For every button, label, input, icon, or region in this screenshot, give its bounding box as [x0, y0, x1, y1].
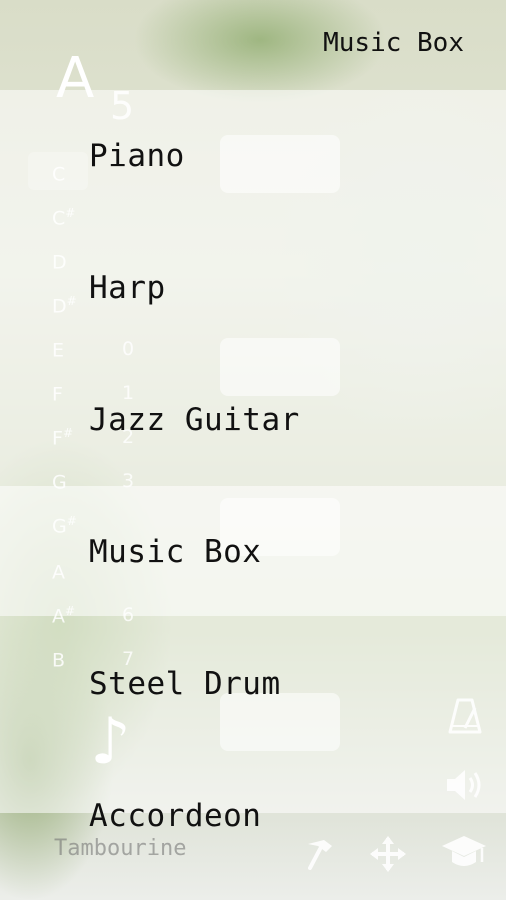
note-a[interactable]: A: [52, 560, 82, 583]
octave-3[interactable]: 3: [122, 470, 134, 492]
metronome-icon[interactable]: [446, 696, 484, 736]
note-f-sharp[interactable]: F#: [52, 426, 82, 449]
note-d[interactable]: D: [52, 250, 82, 273]
hammer-icon[interactable]: [302, 836, 338, 872]
instrument-item-accordeon[interactable]: Accordeon: [89, 798, 261, 834]
octave-0[interactable]: 0: [122, 338, 134, 360]
note-g[interactable]: G: [52, 470, 82, 493]
instrument-item-music-box[interactable]: Music Box: [89, 534, 261, 570]
note-a-sharp[interactable]: A#: [52, 604, 82, 627]
note-e[interactable]: E: [52, 338, 82, 361]
instrument-item-jazz-guitar[interactable]: Jazz Guitar: [89, 402, 300, 438]
instrument-list-panel: [0, 90, 506, 813]
octave-6[interactable]: 6: [122, 604, 134, 626]
instrument-item-piano[interactable]: Piano: [89, 138, 185, 174]
note-b[interactable]: B: [52, 648, 82, 671]
note-g-sharp[interactable]: G#: [52, 514, 82, 537]
graduation-cap-icon[interactable]: [440, 834, 488, 872]
octave-1[interactable]: 1: [122, 382, 134, 404]
note-c-sharp[interactable]: C#: [52, 206, 82, 229]
current-octave: 5: [110, 84, 135, 128]
move-icon[interactable]: [368, 834, 408, 874]
music-note-icon[interactable]: ♪: [90, 705, 131, 779]
note-d-sharp[interactable]: D#: [52, 294, 82, 317]
note-f[interactable]: F: [52, 382, 82, 405]
instrument-item-steel-drum[interactable]: Steel Drum: [89, 666, 281, 702]
background-instrument-label: Tambourine: [54, 836, 187, 861]
note-c[interactable]: C: [52, 162, 82, 185]
instrument-item-harp[interactable]: Harp: [89, 270, 166, 306]
page-title: Music Box: [323, 28, 464, 58]
volume-icon[interactable]: [444, 766, 486, 804]
